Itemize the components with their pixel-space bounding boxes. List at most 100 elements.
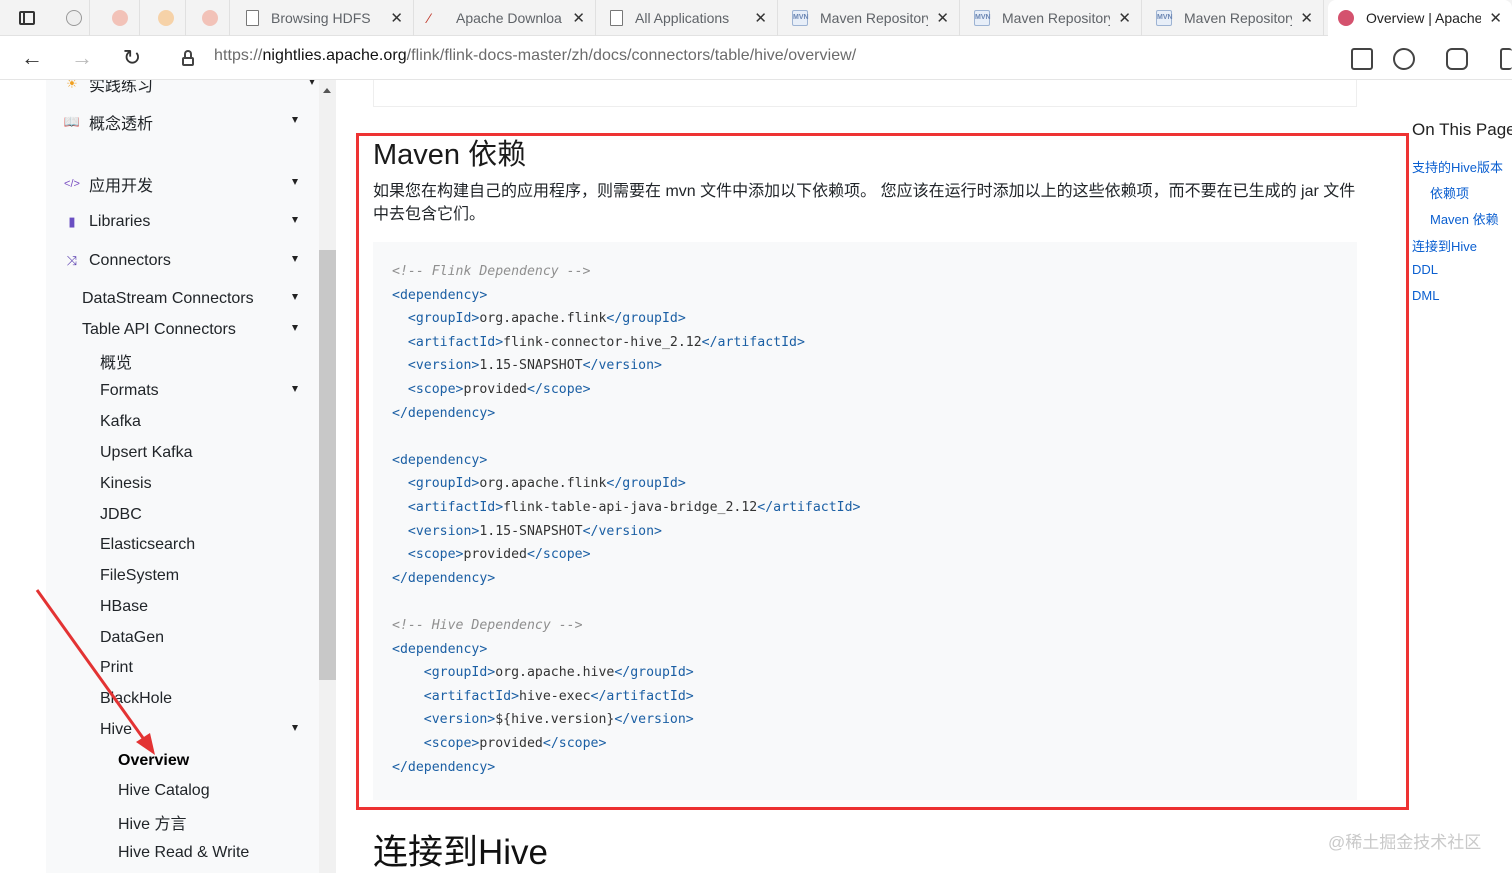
sidebar-item-label: Print [100, 659, 133, 676]
pinned-tab-3[interactable] [148, 0, 186, 36]
sidebar-item[interactable]: Formats [100, 377, 316, 405]
sidebar-item-label: Upsert Kafka [100, 444, 193, 461]
sidebar-item-label: 应用开发 [89, 178, 154, 195]
caret-down-icon[interactable] [292, 179, 298, 185]
caret-down-icon[interactable] [292, 325, 298, 331]
annotation-highlight-box [356, 133, 1409, 810]
url-host: nightlies.apache.org [262, 47, 407, 64]
sidebar-item[interactable]: ⤨ Connectors [63, 247, 316, 275]
pinned-tab-2[interactable] [102, 0, 140, 36]
sidebar-item[interactable]: Kafka [100, 408, 316, 436]
caret-down-icon[interactable] [292, 217, 298, 223]
sidebar-item-label: FileSystem [100, 567, 180, 584]
sidebar-item[interactable]: JDBC [100, 501, 316, 529]
mvn-icon: MVN [1156, 10, 1173, 26]
caret-down-icon[interactable] [292, 725, 298, 731]
tab-actions-icon [19, 11, 35, 25]
sidebar-item[interactable]: DataGen [100, 624, 316, 652]
sidebar-item[interactable]: HBase [100, 593, 316, 621]
library-icon: ▮ [68, 214, 76, 229]
scrollbar-thumb[interactable] [319, 250, 336, 680]
back-button[interactable]: ← [18, 44, 46, 72]
sidebar-scrollbar[interactable] [319, 80, 336, 873]
sidebar-item[interactable]: Hive [100, 716, 316, 744]
sidebar-item[interactable]: 概览 [100, 347, 316, 375]
flink-icon [1338, 10, 1354, 26]
toc-link[interactable]: DDL [1412, 262, 1438, 277]
sidebar-item-label: Libraries [89, 213, 151, 230]
sidebar-item-label: Hive [100, 721, 133, 738]
sidebar-item[interactable]: FileSystem [100, 562, 316, 590]
shuffle-icon: ⤨ [66, 253, 78, 268]
toc-link[interactable]: 依赖项 [1430, 183, 1469, 202]
code-icon: </> [64, 178, 80, 190]
close-tab-icon[interactable]: ✕ [390, 9, 403, 27]
extensions-icon[interactable] [1446, 48, 1468, 70]
browser-tab[interactable]: MVN Maven Repository ✕ [964, 0, 1142, 36]
toc-link[interactable]: DML [1412, 288, 1439, 303]
sidebar-item-label: JDBC [100, 506, 142, 523]
tab-title: Maven Repository [1002, 10, 1111, 26]
sidebar-item[interactable]: Upsert Kafka [100, 439, 316, 467]
sidebar-item[interactable]: DataStream Connectors [82, 285, 316, 313]
browser-tab[interactable]: Overview | Apache ✕ [1328, 0, 1512, 36]
sidebar-item-label: Hive Read & Write [118, 844, 250, 861]
mvn-icon: MVN [974, 10, 991, 26]
browser-tab[interactable]: Browsing HDFS ✕ [236, 0, 414, 36]
browser-tab[interactable]: All Applications ✕ [600, 0, 778, 36]
mvn-icon: MVN [792, 10, 809, 26]
sidebar-item[interactable]: Elasticsearch [100, 531, 316, 559]
caret-down-icon[interactable] [292, 256, 298, 262]
tab-title: Apache Downloa [456, 10, 562, 26]
sidebar-item-label: Overview [118, 752, 190, 769]
watermark: @稀土掘金技术社区 [1328, 833, 1482, 852]
close-tab-icon[interactable]: ✕ [1118, 9, 1131, 27]
address-bar[interactable]: https://nightlies.apache.org/flink/flink… [214, 47, 856, 65]
close-tab-icon[interactable]: ✕ [936, 9, 949, 27]
browser-tab[interactable]: MVN Maven Repository ✕ [782, 0, 960, 36]
close-tab-icon[interactable]: ✕ [1489, 9, 1502, 27]
sidebar-item[interactable]: Hive Catalog [118, 777, 316, 805]
favorites-icon[interactable] [1500, 48, 1512, 70]
browser-tab[interactable]: ⁄ Apache Downloa ✕ [418, 0, 596, 36]
browser-tab[interactable]: MVN Maven Repository ✕ [1146, 0, 1324, 36]
docs-sidebar: ☀ 实践练习 📖 概念透析 </> 应用开发 ▮ Libraries ⤨ Connectors… [46, 80, 336, 873]
sidebar-item[interactable]: Kinesis [100, 470, 316, 498]
sidebar-item-label: 概览 [100, 355, 133, 372]
next-section-heading: 连接到Hive [373, 833, 549, 872]
toc-link[interactable]: 支持的Hive版本 [1412, 157, 1503, 176]
forward-button[interactable]: → [68, 44, 96, 72]
sidebar-item[interactable]: ▮ Libraries [63, 208, 316, 236]
lock-icon[interactable] [182, 50, 194, 66]
caret-down-icon[interactable] [292, 117, 298, 123]
favorite-star-icon[interactable] [1393, 48, 1415, 70]
caret-down-icon[interactable] [292, 294, 298, 300]
sidebar-item[interactable]: </> 应用开发 [63, 170, 316, 198]
sidebar-item[interactable]: 📖 概念透析 [63, 108, 316, 136]
sidebar-item[interactable]: Hive 方言 [118, 808, 316, 836]
pinned-tab-4[interactable] [192, 0, 230, 36]
tab-title: Overview | Apache [1366, 10, 1482, 26]
sidebar-item[interactable]: BlackHole [100, 685, 316, 713]
pinned-tab-1[interactable] [58, 0, 90, 36]
toc-link[interactable]: Maven 依赖 [1430, 209, 1499, 228]
sidebar-item[interactable]: Print [100, 654, 316, 682]
toc-title: On This Page [1412, 120, 1512, 139]
sidebar-item[interactable]: Overview [118, 747, 316, 775]
scroll-up-arrow-icon[interactable] [323, 88, 331, 93]
previous-code-block [373, 80, 1357, 107]
sidebar-item[interactable]: Table API Connectors [82, 316, 316, 344]
sidebar-item-label: BlackHole [100, 690, 173, 707]
toc-link[interactable]: 连接到Hive [1412, 236, 1477, 255]
page-icon [246, 10, 259, 26]
sidebar-item-partial[interactable]: ☀ 实践练习 [63, 80, 333, 98]
reload-button[interactable]: ↻ [118, 44, 146, 72]
close-tab-icon[interactable]: ✕ [572, 9, 585, 27]
tab-title: All Applications [635, 10, 730, 26]
tab-actions-button[interactable] [0, 0, 54, 36]
close-tab-icon[interactable]: ✕ [754, 9, 767, 27]
close-tab-icon[interactable]: ✕ [1300, 9, 1313, 27]
caret-down-icon[interactable] [292, 386, 298, 392]
reader-view-icon[interactable] [1351, 48, 1373, 70]
sidebar-item[interactable]: Hive Read & Write [118, 839, 316, 867]
